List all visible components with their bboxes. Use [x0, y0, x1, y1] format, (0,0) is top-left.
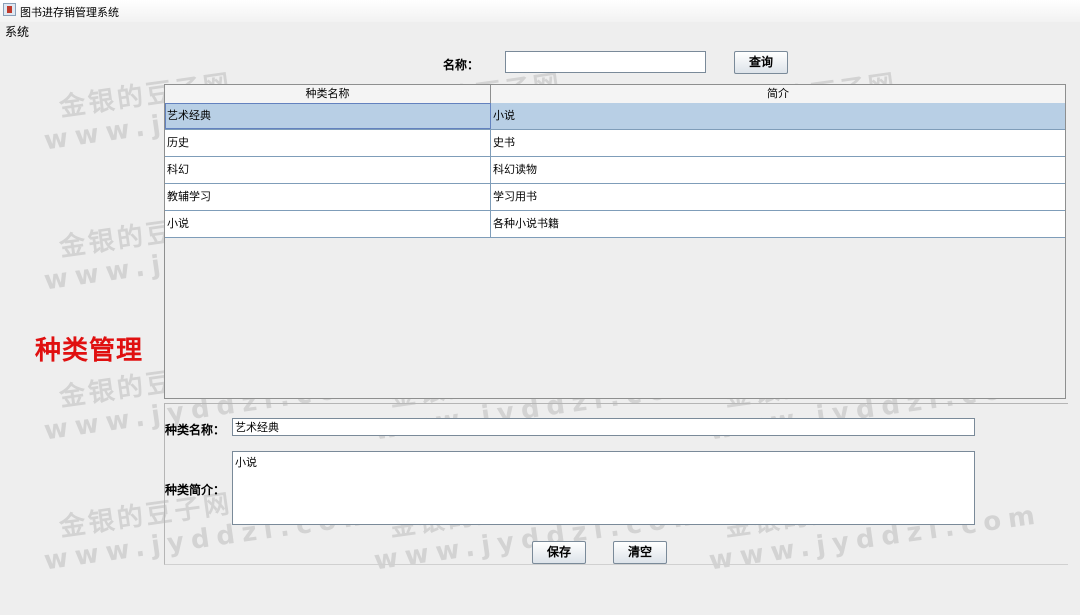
table-cell-description[interactable]: 学习用书 [491, 184, 1065, 210]
table-row[interactable]: 历史 史书 [165, 130, 1065, 157]
category-table: 种类名称 简介 艺术经典 小说 历史 史书 科幻 科幻读物 教辅学习 学习用书 … [164, 84, 1066, 399]
menu-bar: 系统 [0, 22, 1080, 40]
category-desc-field[interactable]: 小说 [232, 451, 975, 525]
table-cell-name[interactable]: 小说 [165, 211, 491, 237]
column-header-name[interactable]: 种类名称 [165, 85, 491, 103]
table-header: 种类名称 简介 [165, 85, 1065, 104]
table-row[interactable]: 小说 各种小说书籍 [165, 211, 1065, 238]
table-row[interactable]: 科幻 科幻读物 [165, 157, 1065, 184]
table-row[interactable]: 教辅学习 学习用书 [165, 184, 1065, 211]
search-button[interactable]: 查询 [734, 51, 788, 74]
search-input[interactable] [505, 51, 706, 73]
table-cell-description[interactable]: 科幻读物 [491, 157, 1065, 183]
category-name-field[interactable] [232, 418, 975, 436]
app-icon [3, 3, 16, 16]
category-desc-label: 种类简介： [165, 483, 226, 497]
clear-button[interactable]: 清空 [613, 541, 667, 564]
column-header-description[interactable]: 简介 [491, 85, 1065, 103]
table-cell-description[interactable]: 各种小说书籍 [491, 211, 1065, 237]
table-cell-name[interactable]: 艺术经典 [165, 103, 491, 129]
save-button[interactable]: 保存 [532, 541, 586, 564]
table-row[interactable]: 艺术经典 小说 [165, 103, 1065, 130]
page-title: 种类管理 [35, 336, 144, 366]
window-title: 图书进存销管理系统 [20, 6, 119, 19]
search-label: 名称： [443, 58, 480, 72]
category-name-label: 种类名称： [165, 423, 226, 437]
menu-item-system[interactable]: 系统 [5, 23, 29, 40]
table-cell-description[interactable]: 小说 [491, 103, 1065, 129]
table-cell-description[interactable]: 史书 [491, 130, 1065, 156]
table-cell-name[interactable]: 教辅学习 [165, 184, 491, 210]
table-cell-name[interactable]: 历史 [165, 130, 491, 156]
window-titlebar: 图书进存销管理系统 [0, 0, 1080, 22]
table-cell-name[interactable]: 科幻 [165, 157, 491, 183]
